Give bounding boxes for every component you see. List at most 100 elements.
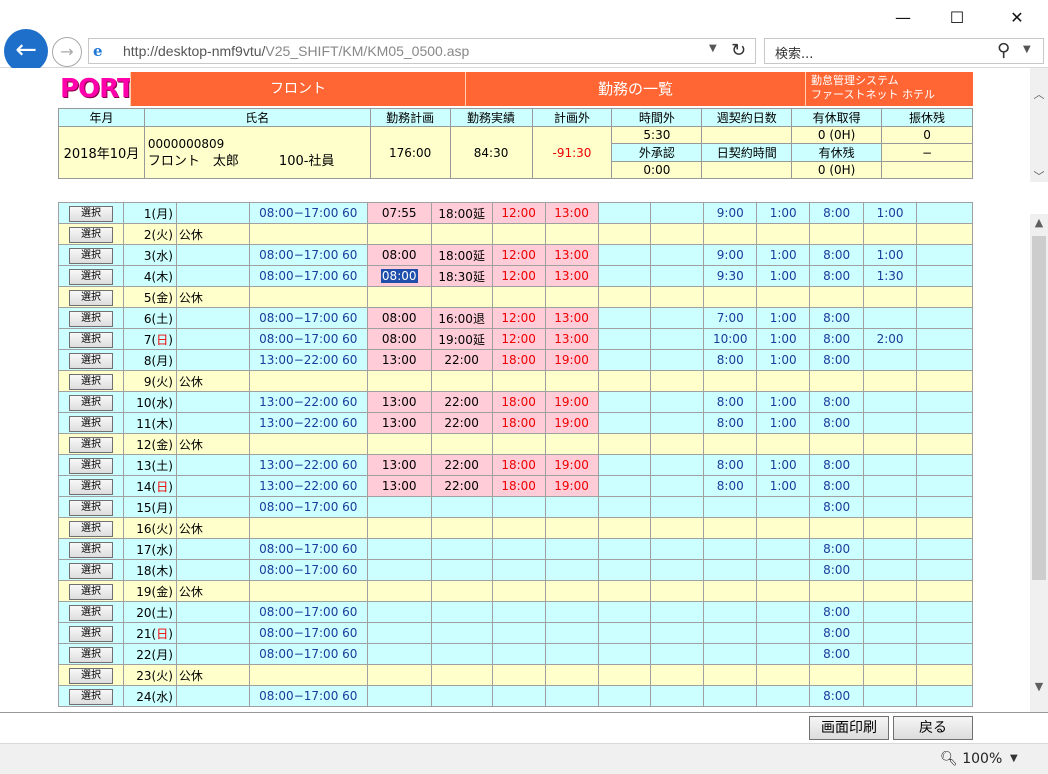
plan-cell: 8:00 [809,559,865,581]
url-input[interactable]: e http://desktop-nmf9vtu/V25_SHIFT/KM/KM… [88,38,756,64]
break1-out-cell [544,685,599,707]
print-button[interactable]: 画面印刷 [809,716,889,740]
select-button[interactable]: 選択 [68,289,113,306]
break2-out-cell [650,265,705,287]
outside-approval-cell [916,601,973,623]
break2-out-cell [650,580,705,602]
select-button[interactable]: 選択 [68,583,113,600]
select-button[interactable]: 選択 [68,541,113,558]
employee-class: 100-社員 [278,153,335,169]
chevron-down-icon[interactable]: ▼ [1030,680,1048,693]
break1-in-cell [491,496,546,518]
overtime-cell [863,517,918,539]
select-button[interactable]: 選択 [68,247,113,264]
chevron-down-icon[interactable]: ▼ [1023,44,1031,55]
break2-in-cell [597,307,652,329]
select-button[interactable]: 選択 [68,604,113,621]
maximize-button[interactable]: ☐ [934,4,980,32]
chevron-up-icon[interactable]: ▲ [1030,216,1048,229]
plan-cell: 8:00 [809,328,865,350]
break2-out-cell [650,202,705,224]
chevron-down-icon[interactable]: ▼ [1010,753,1018,764]
break1-out-cell: 13:00 [544,265,599,287]
table-row: 選択 2(火) 公休 [58,223,973,245]
note-cell [175,412,250,434]
url-host: http://desktop-nmf9vtu/ [123,43,266,59]
break2-out-cell [650,517,705,539]
note-cell [175,601,250,623]
select-button[interactable]: 選択 [68,373,113,390]
chevron-down-icon[interactable]: ﹀ [1030,168,1048,184]
table-row: 選択 6(土) 08:00−17:00 60 08:00 16:00退 12:00 13:0… [58,307,973,329]
table-row: 選択 24(水) 08:00−17:00 60 8:00 [58,685,973,707]
forward-button[interactable]: → [52,37,82,67]
break2-in-cell [597,412,652,434]
clock-in-cell: 13:00 [366,349,432,371]
select-button[interactable]: 選択 [68,478,113,495]
select-button[interactable]: 選択 [68,436,113,453]
select-button[interactable]: 選択 [68,499,113,516]
shift-cell [248,517,368,539]
table-row: 選択 20(土) 08:00−17:00 60 8:00 [58,601,973,623]
date-cell: 19(金) [122,580,177,602]
zoom-level[interactable]: 🔍︎ 100% [940,751,1002,767]
select-button[interactable]: 選択 [68,562,113,579]
plan-cell: 8:00 [809,475,865,497]
select-button[interactable]: 選択 [68,352,113,369]
select-button[interactable]: 選択 [68,394,113,411]
note-cell: 公休 [175,286,250,308]
actual-cell [703,664,758,686]
select-button[interactable]: 選択 [68,457,113,474]
clock-in-value[interactable]: 08:00 [380,269,418,283]
shift-cell: 13:00−22:00 60 [248,391,368,413]
scrollbar-thumb[interactable] [1032,236,1046,580]
outside-approval-cell [916,223,973,245]
select-button[interactable]: 選択 [68,226,113,243]
clock-in-cell: 13:00 [366,412,432,434]
date-cell: 7(日) [122,328,177,350]
chevron-down-icon[interactable]: ▼ [709,43,717,54]
select-button[interactable]: 選択 [68,268,113,285]
clock-out-cell [430,643,493,665]
table-row: 選択 17(水) 08:00−17:00 60 8:00 [58,538,973,560]
break1-in-cell [491,601,546,623]
select-cell: 選択 [58,622,124,644]
clock-out-cell: 22:00 [430,349,493,371]
main-scrollbar[interactable]: ▲ ▼ [1030,214,1048,712]
comp-leave-value-2: − [881,143,973,162]
select-button[interactable]: 選択 [68,625,113,642]
outside-approval-cell [916,517,973,539]
select-button[interactable]: 選択 [68,646,113,663]
note-cell [175,622,250,644]
select-button[interactable]: 選択 [68,688,113,705]
search-icon[interactable]: ⚲ [997,40,1010,61]
plan-cell [809,433,865,455]
select-cell: 選択 [58,685,124,707]
table-row: 選択 13(土) 13:00−22:00 60 13:00 22:00 18:00 19:0… [58,454,973,476]
close-button[interactable]: ✕ [994,4,1040,32]
actual-cell: 8:00 [703,412,758,434]
select-button[interactable]: 選択 [68,310,113,327]
shift-cell: 08:00−17:00 60 [248,265,368,287]
actual-cell: 8:00 [703,391,758,413]
refresh-icon[interactable]: ↻ [731,40,746,61]
actual-cell [703,433,758,455]
break1-in-cell [491,433,546,455]
select-button[interactable]: 選択 [68,667,113,684]
select-button[interactable]: 選択 [68,205,113,222]
select-button[interactable]: 選択 [68,415,113,432]
rest-cell: 1:00 [756,265,811,287]
minimize-button[interactable]: — [880,4,926,32]
shift-cell: 08:00−17:00 60 [248,559,368,581]
clock-out-cell [430,223,493,245]
date-cell: 22(月) [122,643,177,665]
select-button[interactable]: 選択 [68,520,113,537]
back-button[interactable]: ← [4,29,48,73]
overtime-cell [863,580,918,602]
system-line1: 勤怠管理システム [811,74,899,87]
search-input[interactable]: 検索... ⚲ ▼ [764,38,1044,64]
select-button[interactable]: 選択 [68,331,113,348]
back-page-button[interactable]: 戻る [893,716,973,740]
chevron-up-icon[interactable]: ︿ [1030,86,1048,102]
top-scrollbar[interactable]: ︿ ﹀ [1030,68,1048,184]
